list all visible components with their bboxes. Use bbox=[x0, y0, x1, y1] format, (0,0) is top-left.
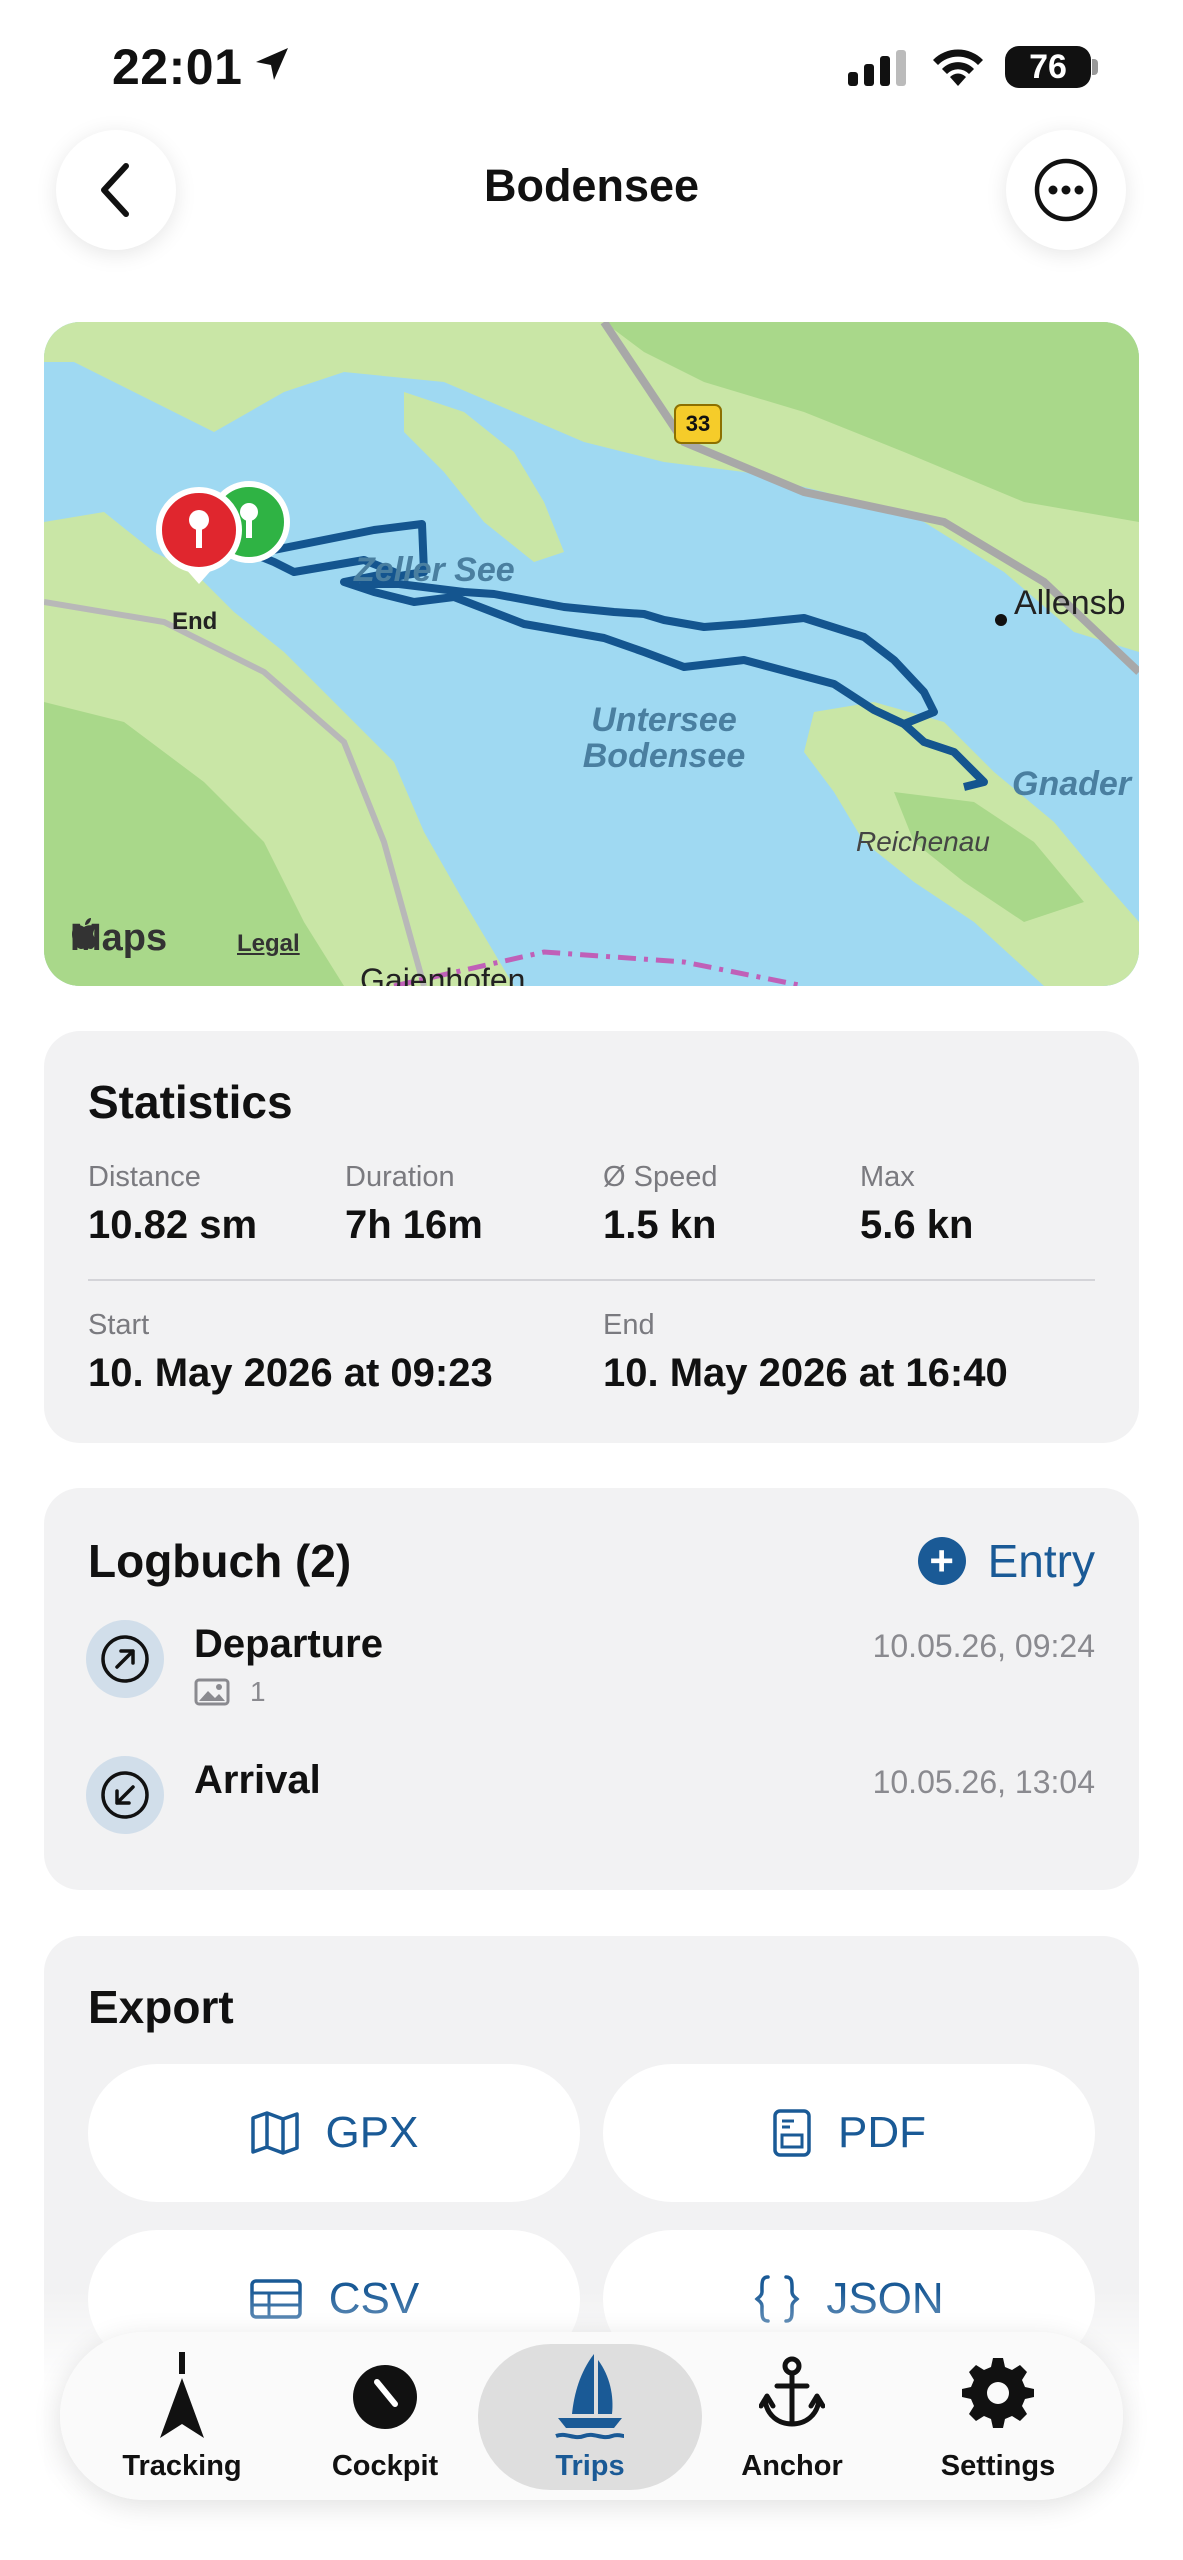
export-gpx-label: GPX bbox=[325, 2108, 419, 2157]
log-entry-title: Arrival bbox=[194, 1758, 321, 1802]
start-value: 10. May 2026 at 09:23 bbox=[88, 1351, 493, 1395]
speed-value: 1.5 kn bbox=[603, 1203, 717, 1247]
tab-cockpit[interactable]: Cockpit bbox=[285, 2332, 485, 2500]
tab-label: Anchor bbox=[741, 2450, 843, 2482]
log-entry-time: 10.05.26, 09:24 bbox=[872, 1628, 1095, 1664]
map-terrain bbox=[44, 322, 1139, 986]
export-gpx-button[interactable]: GPX bbox=[88, 2064, 580, 2202]
status-bar: 22:01 76 bbox=[0, 0, 1183, 140]
start-label: Start bbox=[88, 1309, 150, 1341]
logbook-card: Logbuch (2) + Entry Departure 10.05.26, … bbox=[44, 1488, 1139, 1890]
tracking-arrow-icon bbox=[160, 2352, 204, 2438]
map-label-zeller-see: Zeller See bbox=[354, 551, 515, 589]
battery-indicator: 76 bbox=[1005, 46, 1091, 88]
sailboat-icon bbox=[555, 2354, 625, 2440]
apple-maps-logo: Maps bbox=[70, 917, 167, 960]
tab-tracking[interactable]: Tracking bbox=[82, 2332, 282, 2500]
map-label-untersee: Untersee Bodensee bbox=[582, 701, 746, 775]
statistics-card: Statistics Distance 10.82 sm Duration 7h… bbox=[44, 1031, 1139, 1443]
status-time: 22:01 bbox=[112, 39, 243, 95]
max-speed-value: 5.6 kn bbox=[860, 1203, 974, 1247]
tab-label: Settings bbox=[940, 2450, 1056, 2482]
more-options-button[interactable] bbox=[1006, 130, 1126, 250]
tab-anchor[interactable]: Anchor bbox=[692, 2332, 892, 2500]
document-icon bbox=[773, 2109, 811, 2157]
tab-label: Tracking bbox=[122, 2450, 242, 2482]
anchor-icon bbox=[759, 2356, 825, 2427]
legal-link[interactable]: Legal bbox=[237, 930, 300, 958]
duration-value: 7h 16m bbox=[345, 1203, 483, 1247]
duration-label: Duration bbox=[345, 1161, 455, 1193]
photo-count: 1 bbox=[194, 1676, 266, 1708]
map-icon bbox=[250, 2111, 299, 2155]
map-label-gaienhofen: Gaienhofen bbox=[360, 962, 526, 986]
road-badge: 33 bbox=[674, 404, 722, 444]
end-label: End bbox=[603, 1309, 655, 1341]
export-pdf-button[interactable]: PDF bbox=[603, 2064, 1095, 2202]
wifi-icon bbox=[933, 49, 983, 86]
end-value: 10. May 2026 at 16:40 bbox=[603, 1351, 1008, 1395]
ellipsis-circle-icon bbox=[1034, 158, 1098, 222]
export-pdf-label: PDF bbox=[838, 2108, 926, 2157]
departure-arrow-icon bbox=[86, 1620, 164, 1698]
apple-logo-icon bbox=[72, 918, 97, 949]
add-entry-label: Entry bbox=[987, 1535, 1095, 1587]
tab-label: Trips bbox=[555, 2450, 625, 2482]
map-label-reichenau: Reichenau bbox=[856, 826, 990, 857]
battery-tip bbox=[1092, 59, 1098, 75]
arrival-arrow-icon bbox=[86, 1756, 164, 1834]
distance-label: Distance bbox=[88, 1161, 201, 1193]
gear-icon bbox=[962, 2358, 1034, 2428]
log-entry-time: 10.05.26, 13:04 bbox=[872, 1764, 1095, 1800]
photo-count-value: 1 bbox=[250, 1676, 266, 1707]
plus-circle-icon: + bbox=[917, 1537, 966, 1585]
photo-icon bbox=[194, 1678, 230, 1706]
stats-divider bbox=[88, 1279, 1095, 1281]
trip-map[interactable]: 33 Zeller See Untersee Bodensee End Alle… bbox=[44, 322, 1139, 986]
logbook-title: Logbuch (2) bbox=[88, 1535, 352, 1587]
gauge-icon bbox=[353, 2365, 417, 2429]
tab-settings[interactable]: Settings bbox=[898, 2332, 1098, 2500]
map-label-gnaden: Gnader bbox=[1012, 765, 1132, 803]
location-arrow-icon bbox=[256, 48, 288, 80]
distance-value: 10.82 sm bbox=[88, 1203, 258, 1247]
speed-label: Ø Speed bbox=[603, 1161, 718, 1193]
tab-label: Cockpit bbox=[331, 2450, 439, 2482]
map-label-end: End bbox=[172, 608, 218, 635]
cellular-signal-icon bbox=[848, 50, 906, 86]
log-entry-title: Departure bbox=[194, 1622, 383, 1666]
tab-bar: Tracking Cockpit Trips Anchor Settings bbox=[60, 2332, 1123, 2500]
max-speed-label: Max bbox=[860, 1161, 915, 1193]
add-entry-button[interactable]: + Entry bbox=[917, 1534, 1095, 1588]
export-title: Export bbox=[88, 1981, 234, 2033]
statistics-title: Statistics bbox=[88, 1076, 293, 1128]
tab-trips[interactable]: Trips bbox=[478, 2344, 702, 2490]
map-label-allensbach: Allensb bbox=[1014, 584, 1126, 622]
